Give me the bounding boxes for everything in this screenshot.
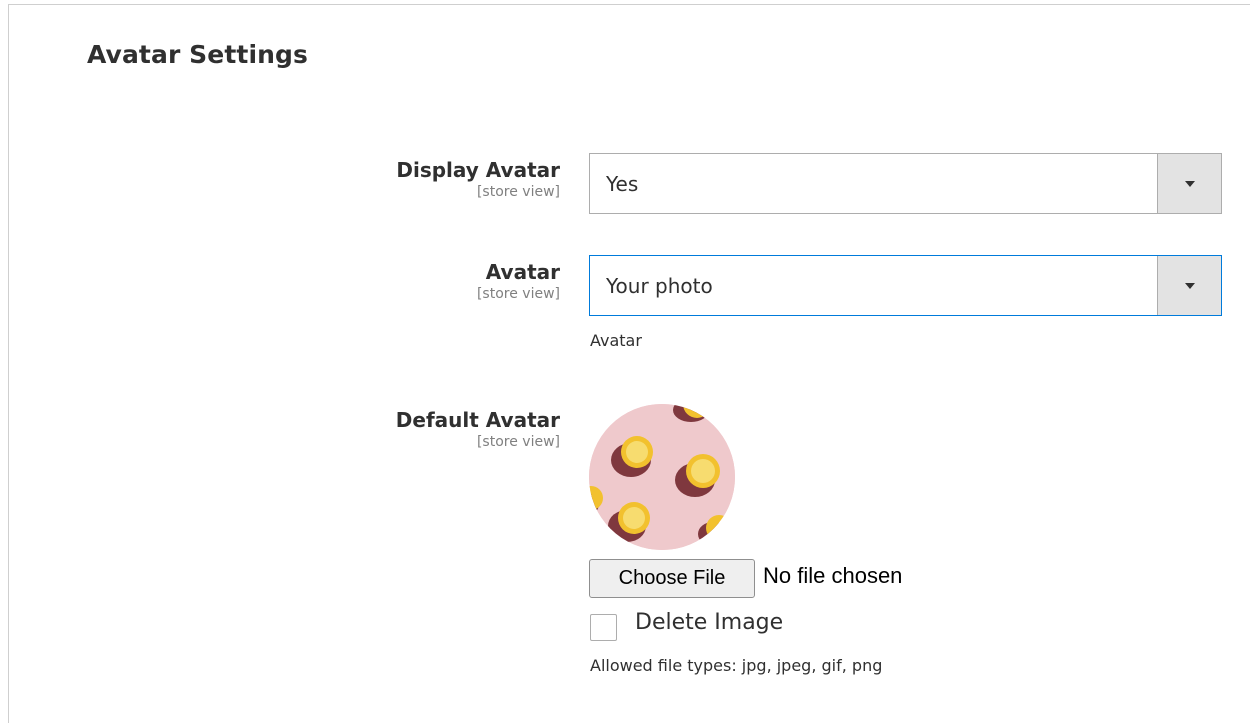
- default-avatar-label: Default Avatar: [395, 408, 560, 432]
- display-avatar-dropdown-button[interactable]: [1157, 154, 1221, 213]
- default-avatar-label-group: Default Avatar [store view]: [396, 407, 560, 451]
- avatar-dropdown-button[interactable]: [1157, 256, 1221, 315]
- display-avatar-select[interactable]: Yes: [589, 153, 1222, 214]
- display-avatar-label-group: Display Avatar [store view]: [396, 157, 560, 201]
- delete-image-checkbox[interactable]: [590, 614, 617, 641]
- choose-file-button[interactable]: Choose File: [589, 559, 755, 598]
- delete-image-label[interactable]: Delete Image: [635, 610, 783, 635]
- lemons-photo: [589, 404, 735, 550]
- avatar-value: Your photo: [606, 273, 713, 298]
- settings-panel: [8, 4, 1250, 723]
- chevron-down-icon: [1184, 282, 1195, 289]
- avatar-label: Avatar: [485, 260, 560, 284]
- display-avatar-scope: [store view]: [476, 184, 560, 200]
- chevron-down-icon: [1184, 180, 1195, 187]
- default-avatar-image[interactable]: [589, 404, 735, 550]
- display-avatar-label: Display Avatar: [396, 158, 560, 182]
- default-avatar-scope: [store view]: [476, 434, 560, 450]
- avatar-scope: [store view]: [476, 286, 560, 302]
- avatar-select[interactable]: Your photo: [589, 255, 1222, 316]
- avatar-label-group: Avatar [store view]: [477, 259, 560, 303]
- avatar-note: Avatar: [590, 331, 642, 350]
- display-avatar-value: Yes: [606, 171, 639, 196]
- allowed-file-types: Allowed file types: jpg, jpeg, gif, png: [590, 656, 883, 675]
- section-title: Avatar Settings: [87, 40, 308, 69]
- file-status: No file chosen: [763, 563, 903, 588]
